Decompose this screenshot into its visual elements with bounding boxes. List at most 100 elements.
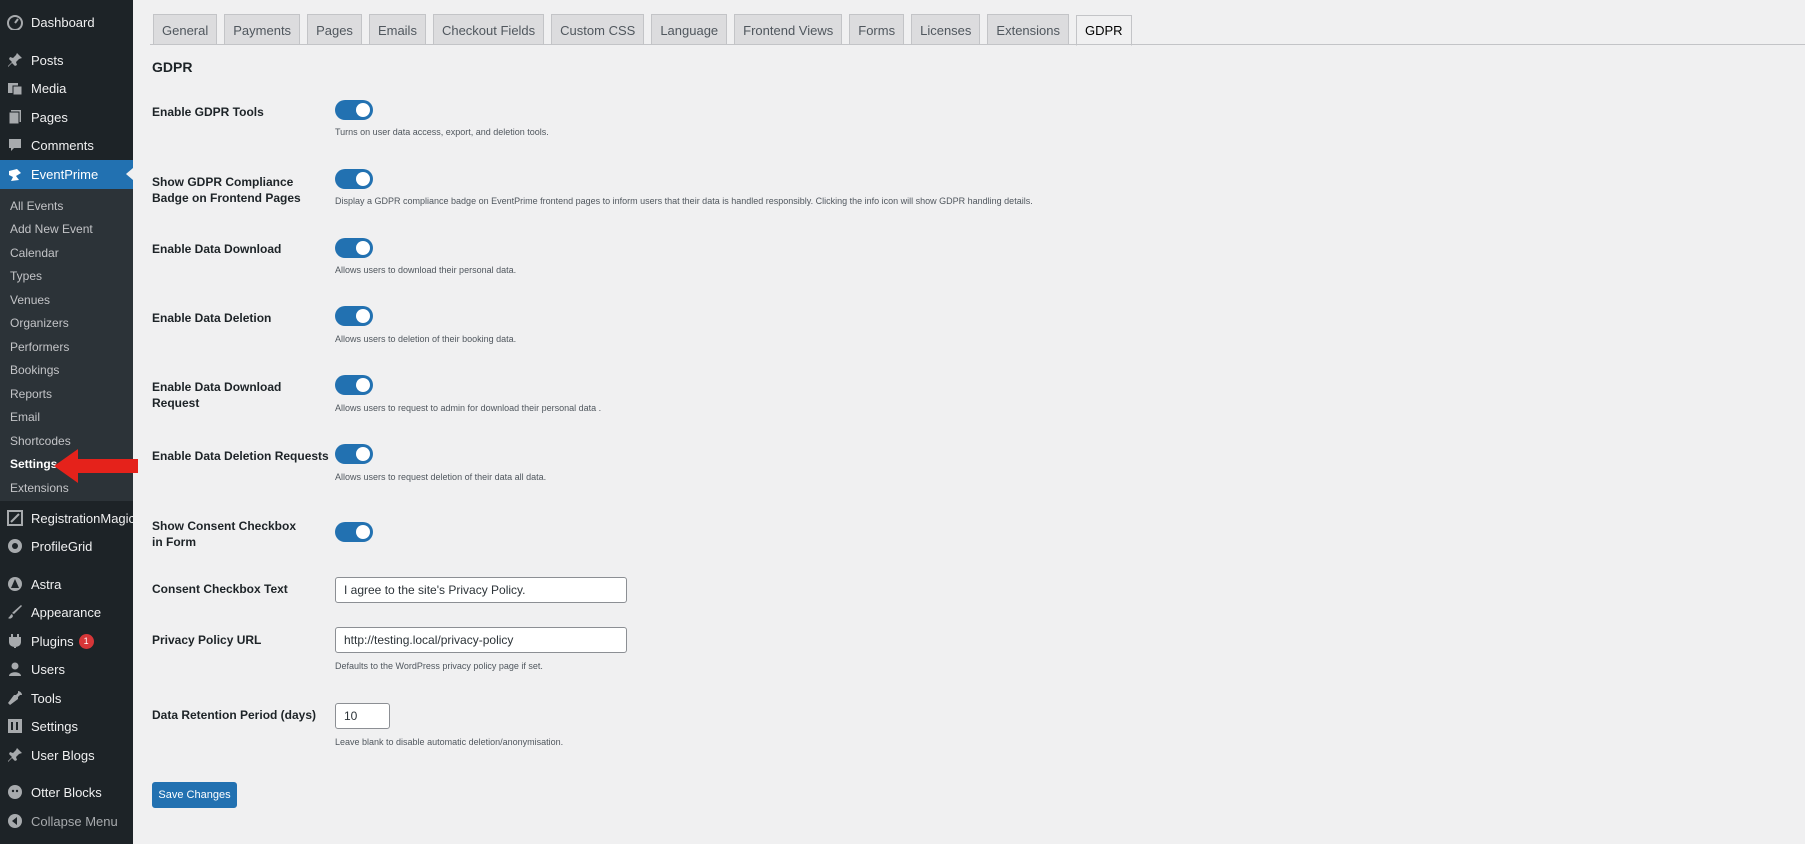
menu-plugins[interactable]: Plugins 1 [0,627,133,655]
menu-label: Tools [31,690,62,706]
submenu-reports[interactable]: Reports [0,382,133,405]
submenu-bookings[interactable]: Bookings [0,358,133,381]
tab-frontend-views[interactable]: Frontend Views [734,14,843,45]
menu-eventprime[interactable]: EventPrime [0,160,133,189]
plugins-update-badge: 1 [78,633,94,649]
enable-gdpr-tools-desc: Turns on user data access, export, and d… [335,127,549,137]
media-icon [7,80,23,96]
consent-text-input[interactable] [335,577,627,603]
menu-pages[interactable]: Pages [0,103,133,131]
users-icon [7,661,23,677]
menu-media[interactable]: Media [0,74,133,102]
astra-icon [7,576,23,592]
menu-label: Pages [31,109,68,125]
tab-checkout-fields[interactable]: Checkout Fields [432,14,545,45]
section-title: GDPR [152,59,193,75]
menu-posts[interactable]: Posts [0,46,133,74]
enable-deletion-requests-toggle[interactable] [335,444,373,464]
consent-text-label: Consent Checkbox Text [152,582,288,596]
submenu-types[interactable]: Types [0,264,133,287]
menu-appearance[interactable]: Appearance [0,598,133,626]
registrationmagic-icon [7,510,23,526]
menu-label: Plugins [31,633,74,649]
tab-forms[interactable]: Forms [849,14,905,45]
menu-users[interactable]: Users [0,655,133,683]
tools-icon [7,690,23,706]
retention-input[interactable] [335,703,390,729]
menu-label: Dashboard [31,14,95,30]
menu-profilegrid[interactable]: ProfileGrid [0,532,133,560]
profilegrid-icon [7,538,23,554]
submenu-venues[interactable]: Venues [0,288,133,311]
show-consent-toggle[interactable] [335,522,373,542]
privacy-url-input[interactable] [335,627,627,653]
tab-custom-css[interactable]: Custom CSS [551,14,645,45]
menu-user-blogs[interactable]: User Blogs [0,741,133,769]
show-badge-toggle[interactable] [335,169,373,189]
enable-download-toggle[interactable] [335,238,373,258]
tab-pages[interactable]: Pages [307,14,362,45]
comments-icon [7,137,23,153]
menu-label: RegistrationMagic [31,510,136,526]
show-badge-label: Show GDPR Compliance Badge on Frontend P… [152,175,301,205]
menu-settings[interactable]: Settings [0,712,133,740]
menu-label: Astra [31,576,62,592]
tab-general[interactable]: General [153,14,218,45]
tabs-divider [150,44,1805,45]
menu-comments[interactable]: Comments [0,131,133,159]
menu-otter-blocks[interactable]: Otter Blocks [0,778,133,806]
tab-language[interactable]: Language [651,14,728,45]
retention-desc: Leave blank to disable automatic deletio… [335,737,564,747]
save-changes-button[interactable]: Save Changes [152,782,237,808]
enable-gdpr-tools-label: Enable GDPR Tools [152,105,264,119]
enable-deletion-toggle[interactable] [335,306,373,326]
submenu-organizers[interactable]: Organizers [0,311,133,334]
plugins-icon [7,633,23,649]
menu-label: Collapse Menu [31,813,118,829]
tab-payments[interactable]: Payments [224,14,301,45]
eventprime-icon [7,167,23,183]
current-menu-arrow [126,168,133,180]
pages-icon [7,109,23,125]
submenu-email[interactable]: Email [0,405,133,428]
tab-gdpr[interactable]: GDPR [1076,15,1132,46]
privacy-url-label: Privacy Policy URL [152,633,262,647]
menu-label: Media [31,80,67,96]
menu-label: Appearance [31,604,102,620]
show-consent-label: Show Consent Checkbox in Form [152,519,297,549]
menu-label: User Blogs [31,747,95,763]
settings-tabs: General Payments Pages Emails Checkout F… [153,14,1139,46]
menu-label: Users [31,661,65,677]
show-badge-desc: Display a GDPR compliance badge on Event… [335,196,1033,206]
dashboard-icon [7,14,23,30]
enable-deletion-requests-desc: Allows users to request deletion of thei… [335,472,547,482]
menu-dashboard[interactable]: Dashboard [0,8,133,36]
submenu-performers[interactable]: Performers [0,335,133,358]
submenu-add-new-event[interactable]: Add New Event [0,217,133,240]
submenu-calendar[interactable]: Calendar [0,241,133,264]
enable-deletion-requests-label: Enable Data Deletion Requests [152,449,329,463]
menu-astra[interactable]: Astra [0,570,133,598]
menu-label: Comments [31,137,94,153]
retention-label: Data Retention Period (days) [152,708,317,722]
submenu-all-events[interactable]: All Events [0,194,133,217]
tab-emails[interactable]: Emails [368,14,426,45]
pin-icon [7,52,23,68]
menu-tools[interactable]: Tools [0,684,133,712]
menu-label: ProfileGrid [31,538,93,554]
appearance-icon [7,604,23,620]
menu-label: EventPrime [31,167,99,182]
admin-sidebar: Dashboard Posts Media Pages Comments Eve… [0,0,136,844]
collapse-menu-button[interactable]: Collapse Menu [0,807,133,835]
enable-gdpr-tools-toggle[interactable] [335,100,373,120]
tab-licenses[interactable]: Licenses [911,14,981,45]
enable-deletion-desc: Allows users to deletion of their bookin… [335,334,517,344]
tab-extensions[interactable]: Extensions [987,14,1069,45]
menu-label: Posts [31,52,64,68]
enable-download-request-desc: Allows users to request to admin for dow… [335,403,602,413]
enable-download-request-toggle[interactable] [335,375,373,395]
enable-deletion-label: Enable Data Deletion [152,311,272,325]
collapse-icon [7,813,23,829]
enable-download-request-label: Enable Data Download Request [152,380,282,410]
menu-registrationmagic[interactable]: RegistrationMagic [0,504,136,532]
